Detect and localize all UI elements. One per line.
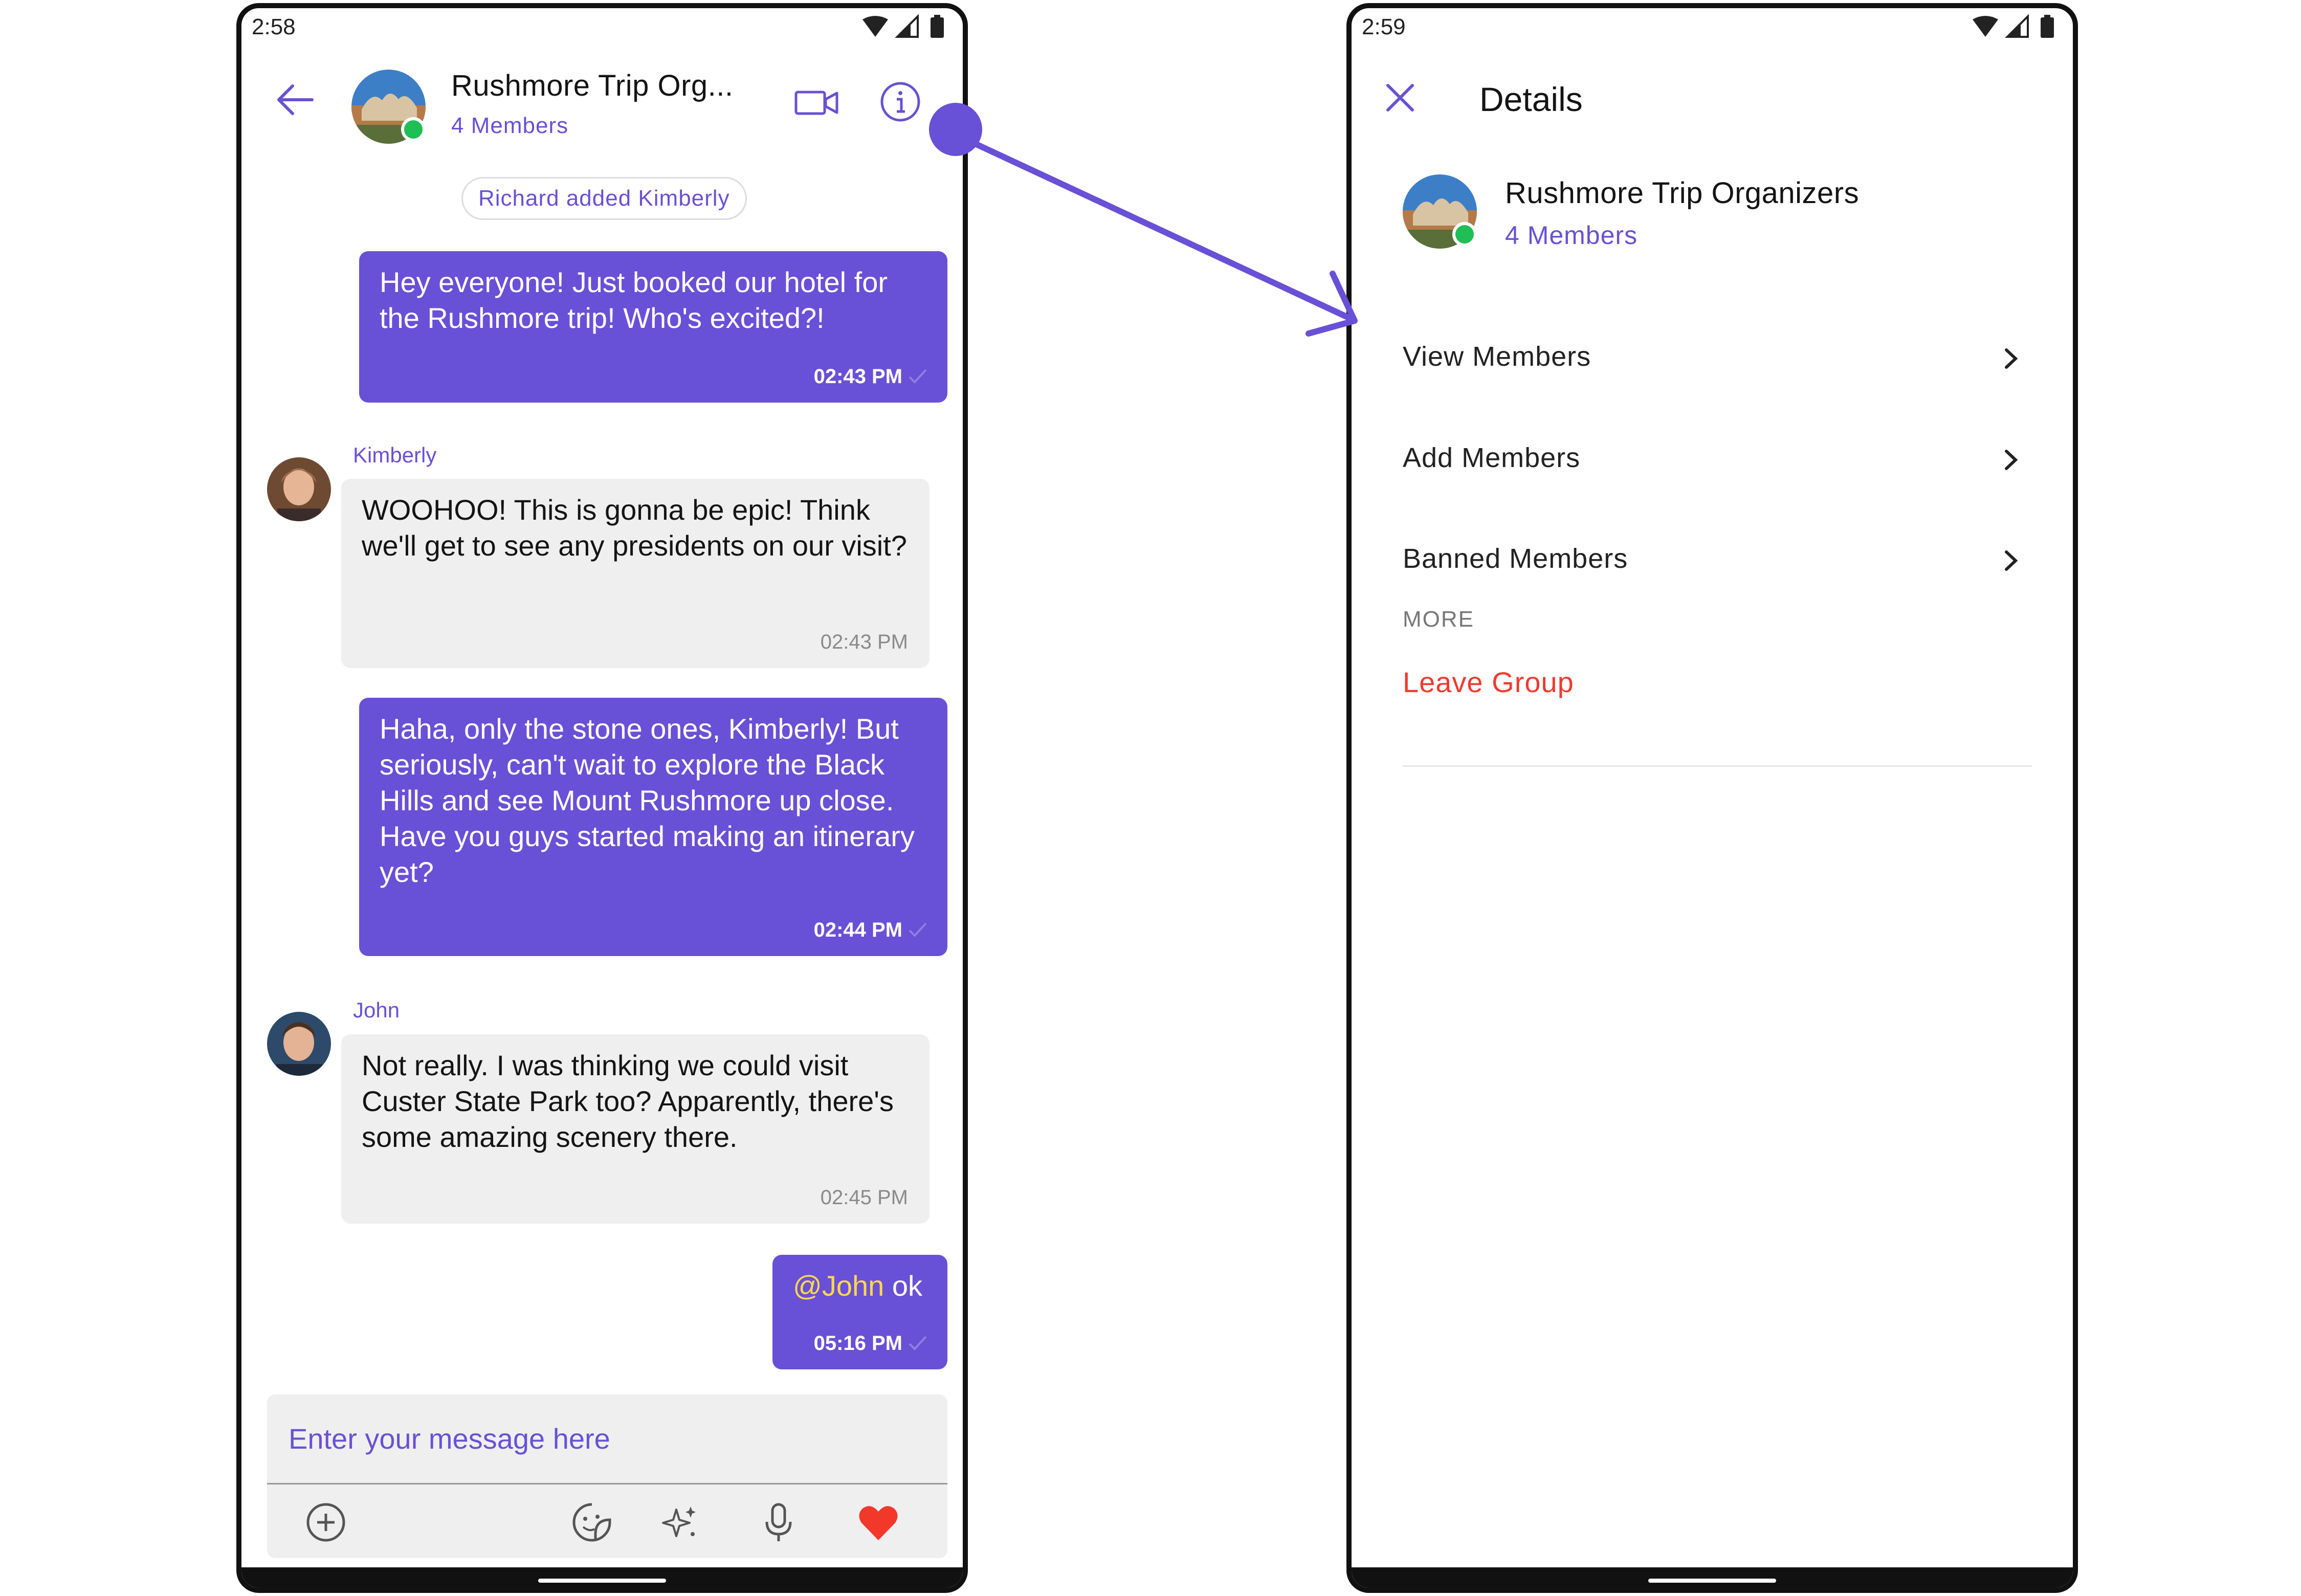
message-time: 05:16 PM xyxy=(813,1332,902,1355)
status-time: 2:58 xyxy=(252,14,296,39)
sent-check-icon xyxy=(909,369,927,384)
member-count: 4 Members xyxy=(1505,221,1638,250)
avatar-john[interactable] xyxy=(267,1012,331,1076)
chat-header: Rushmore Trip Org... 4 Members xyxy=(241,49,963,151)
sent-check-icon xyxy=(909,922,927,937)
message-text: WOOHOO! This is gonna be epic! Think we'… xyxy=(362,494,907,562)
member-count: 4 Members xyxy=(451,113,569,138)
online-status-badge xyxy=(401,117,426,142)
home-indicator[interactable] xyxy=(538,1579,666,1583)
message-composer xyxy=(267,1394,947,1558)
home-indicator[interactable] xyxy=(1648,1579,1776,1583)
message-time: 02:43 PM xyxy=(820,631,908,653)
details-title: Details xyxy=(1479,80,1583,118)
status-icons xyxy=(1972,14,2059,41)
outgoing-message-bubble[interactable]: Haha, only the stone ones, Kimberly! But… xyxy=(359,698,947,956)
info-icon[interactable] xyxy=(878,80,922,124)
message-text: @John ok xyxy=(793,1270,922,1302)
chat-screen-phone: 2:58 Rushmore Trip Org... 4 Members Rich… xyxy=(236,3,968,1593)
video-call-icon[interactable] xyxy=(794,85,840,121)
chat-title: Rushmore Trip Org... xyxy=(451,69,734,102)
status-bar: 2:59 xyxy=(1352,8,2073,49)
incoming-message-bubble[interactable]: Not really. I was thinking we could visi… xyxy=(341,1034,930,1224)
avatar-kimberly[interactable] xyxy=(267,457,331,521)
navigation-bar xyxy=(241,1567,963,1588)
message-text: Hey everyone! Just booked our hotel for … xyxy=(380,266,888,334)
close-icon[interactable] xyxy=(1380,77,1421,118)
status-icons xyxy=(861,14,948,41)
online-status-badge xyxy=(1452,222,1477,247)
message-time: 02:45 PM xyxy=(820,1186,908,1209)
outgoing-message-bubble[interactable]: @John ok 05:16 PM xyxy=(772,1255,947,1369)
group-action-message: Richard added Kimberly xyxy=(461,177,747,220)
sent-check-icon xyxy=(909,1336,927,1350)
mention-john[interactable]: @John xyxy=(793,1270,884,1302)
sender-name: John xyxy=(353,998,400,1022)
heart-icon[interactable] xyxy=(855,1499,901,1545)
menu-item-label: Add Members xyxy=(1403,442,1581,473)
menu-item-label: Banned Members xyxy=(1403,543,1628,574)
message-time: 02:43 PM xyxy=(813,365,902,388)
group-avatar[interactable] xyxy=(351,70,426,144)
battery-icon xyxy=(2041,17,2054,38)
message-text: Haha, only the stone ones, Kimberly! But… xyxy=(380,713,915,888)
back-arrow-icon[interactable] xyxy=(272,77,318,123)
status-bar: 2:58 xyxy=(241,8,963,49)
details-screen-phone: 2:59 Details Rushmore Trip Organizers 4 … xyxy=(1346,3,2078,1593)
message-text: Not really. I was thinking we could visi… xyxy=(362,1049,894,1153)
group-name: Rushmore Trip Organizers xyxy=(1505,176,1860,210)
navigation-bar xyxy=(1352,1567,2073,1588)
group-avatar xyxy=(1403,174,1477,249)
status-time: 2:59 xyxy=(1362,14,1406,39)
menu-item-label: View Members xyxy=(1403,341,1591,372)
wifi-icon xyxy=(862,16,888,37)
leave-group-button[interactable]: Leave Group xyxy=(1403,666,1574,699)
chevron-right-icon xyxy=(2005,450,2018,470)
battery-icon xyxy=(931,17,944,38)
chevron-right-icon xyxy=(2005,550,2018,571)
microphone-icon[interactable] xyxy=(756,1499,802,1545)
section-label-more: MORE xyxy=(1403,607,1474,632)
incoming-message-bubble[interactable]: WOOHOO! This is gonna be epic! Think we'… xyxy=(341,479,930,668)
menu-item-view-members[interactable]: View Members xyxy=(1403,325,2032,387)
message-time: 02:44 PM xyxy=(813,919,902,941)
arrow-line xyxy=(969,139,1356,323)
outgoing-message-bubble[interactable]: Hey everyone! Just booked our hotel for … xyxy=(359,251,947,403)
chevron-right-icon xyxy=(2005,348,2018,369)
divider xyxy=(1403,765,2032,767)
menu-item-banned-members[interactable]: Banned Members xyxy=(1403,527,2032,589)
ai-sparkle-icon[interactable] xyxy=(656,1499,702,1545)
wifi-icon xyxy=(1973,16,1998,37)
sticker-icon[interactable] xyxy=(569,1499,615,1545)
message-input[interactable] xyxy=(267,1394,947,1484)
menu-item-add-members[interactable]: Add Members xyxy=(1403,427,2032,488)
sender-name: Kimberly xyxy=(353,443,437,467)
add-icon[interactable] xyxy=(303,1499,349,1545)
